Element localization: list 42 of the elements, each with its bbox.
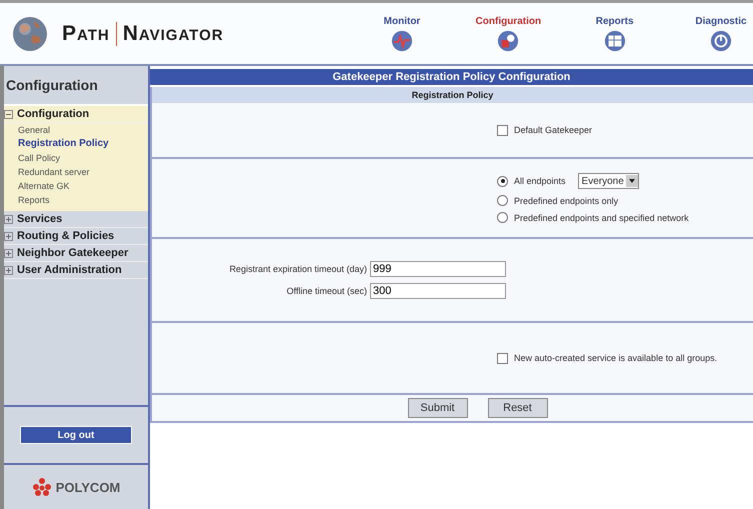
pulse-icon xyxy=(391,30,413,52)
company-logo-icon xyxy=(32,477,52,497)
power-icon xyxy=(710,30,732,52)
tree-item[interactable]: Configuration xyxy=(4,106,148,123)
tree-item[interactable]: General xyxy=(4,123,148,137)
checkbox-label: Default Gatekeeper xyxy=(514,125,592,135)
tree-item[interactable]: Alternate GK xyxy=(4,179,148,193)
input-field[interactable]: 300 xyxy=(370,283,506,299)
tree-item[interactable]: Call Policy xyxy=(4,151,148,165)
page-title: Gatekeeper Registration Policy Configuration xyxy=(150,69,753,85)
radio-button[interactable] xyxy=(497,176,508,186)
tree-item[interactable]: Redundant server xyxy=(4,165,148,179)
brand-name: Navigator xyxy=(122,22,224,46)
tree-item[interactable]: Registration Policy xyxy=(4,137,148,151)
input-field[interactable]: 999 xyxy=(370,261,506,277)
tree-item[interactable]: Services xyxy=(4,211,148,228)
form-button[interactable]: Reset xyxy=(488,398,548,418)
dropdown[interactable]: Everyone xyxy=(578,173,639,189)
tree-item[interactable]: Neighbor Gatekeeper xyxy=(4,245,148,262)
tree-item[interactable]: User Administration xyxy=(4,262,148,279)
nav-tab[interactable]: Diagnostic xyxy=(670,16,753,52)
radio-label: All endpoints xyxy=(514,176,566,186)
radio-label: Predefined endpoints only xyxy=(514,196,618,206)
tree-item[interactable]: Reports xyxy=(4,193,148,207)
globe-logo-icon xyxy=(12,16,48,52)
checkbox[interactable] xyxy=(497,124,508,136)
radio-button[interactable] xyxy=(497,195,508,206)
nav-tab[interactable]: Monitor xyxy=(352,16,452,52)
tree-item[interactable]: Routing & Policies xyxy=(4,228,148,245)
form-button[interactable]: Submit xyxy=(408,398,468,418)
radio-label: Predefined endpoints and specified network xyxy=(514,212,689,222)
logout-button[interactable]: Log out xyxy=(20,426,132,444)
field-label: Offline timeout (sec) xyxy=(286,286,367,296)
radio-button[interactable] xyxy=(497,212,508,223)
checkbox-label: New auto-created service is available to all groups. xyxy=(514,353,718,363)
nav-tab[interactable]: Reports xyxy=(564,16,665,52)
brand-name: Path xyxy=(62,22,110,46)
section-title: Registration Policy xyxy=(152,87,753,103)
field-label: Registrant expiration timeout (day) xyxy=(228,264,367,274)
nav-tab[interactable]: Configuration xyxy=(458,16,558,52)
checkbox[interactable] xyxy=(497,352,508,364)
company-name: POLYCOM xyxy=(56,480,120,494)
